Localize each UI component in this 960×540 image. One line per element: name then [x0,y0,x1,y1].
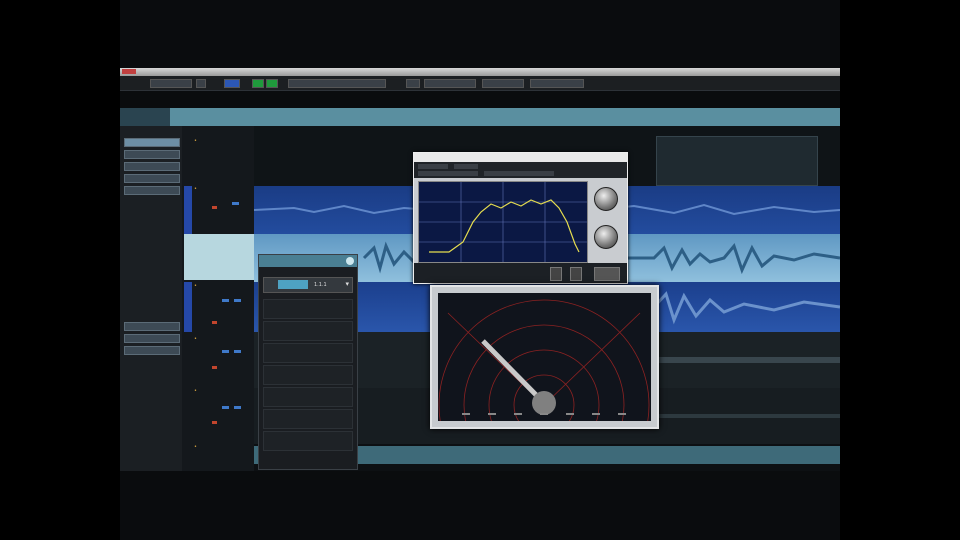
timeline-ruler[interactable] [120,108,840,126]
inspector-button[interactable] [124,186,180,195]
scope-plugin-window [430,285,659,511]
dropdown-arrow-icon[interactable]: ▾ [345,280,349,288]
inspector-button[interactable] [124,322,180,331]
eq-plugin-window [413,152,628,284]
track-color-strip [184,282,192,332]
plugin-footer [414,263,627,283]
daw-screen: • • • • • • 1.1.1 ▾ [120,0,840,540]
inspector-button[interactable] [124,174,180,183]
meter-icon [550,267,562,281]
plugin-toolbar-button[interactable] [484,171,554,176]
transport-toolbar [120,76,840,91]
close-icon[interactable] [346,257,354,265]
audio-clip[interactable] [656,136,818,186]
preset-slot[interactable] [263,365,353,385]
toolbar-button[interactable] [150,79,192,88]
preset-selector-header [259,255,357,267]
meter-icon [594,267,620,281]
track-header-column: • • • • • • [182,126,255,471]
track-number: • [194,138,197,144]
solo-indicator[interactable] [222,299,229,302]
window-controls[interactable] [122,69,136,74]
preset-slot[interactable] [263,431,353,451]
preset-slot[interactable] [263,299,353,319]
inspector-button[interactable] [124,150,180,159]
preset-slot[interactable] [263,387,353,407]
preset-slot[interactable] [263,321,353,341]
inspector-button[interactable] [124,334,180,343]
window-title-bar [120,68,840,76]
mute-indicator[interactable] [212,421,217,424]
eq-frequency-graph[interactable] [418,181,588,263]
track-number: • [194,283,197,289]
plugin-toolbar-button[interactable] [418,164,448,169]
eq-curve [419,182,587,262]
track-number: • [194,444,197,450]
inspector-button[interactable] [124,346,180,355]
toolbar-button[interactable] [288,79,386,88]
preset-slot[interactable] [263,409,353,429]
plugin-toolbar [414,162,627,178]
knob-icon[interactable] [594,187,618,211]
toolbar-button[interactable] [196,79,206,88]
plugin-toolbar-button[interactable] [418,171,478,176]
plugin-toolbar-button[interactable] [454,164,478,169]
solo-indicator[interactable] [234,406,241,409]
solo-indicator[interactable] [234,299,241,302]
scope-graph [438,299,650,511]
preset-selector-panel: 1.1.1 ▾ [258,254,358,470]
mute-indicator[interactable] [212,321,217,324]
knob-icon[interactable] [594,225,618,249]
preset-slot[interactable] [263,343,353,363]
toolbar-button[interactable] [530,79,584,88]
selected-track-header[interactable] [184,234,254,280]
inspector-panel [120,126,183,471]
ruler-left-block [120,108,170,126]
track-color-strip [184,186,192,234]
record-button[interactable] [266,79,278,88]
solo-indicator[interactable] [232,202,239,205]
solo-indicator[interactable] [234,350,241,353]
toolbar-button[interactable] [406,79,420,88]
plugin-title-bar[interactable] [414,153,627,162]
track-number: • [194,186,197,192]
play-button[interactable] [252,79,264,88]
toolbar-button[interactable] [424,79,476,88]
mute-indicator[interactable] [212,366,217,369]
track-number: • [194,336,197,342]
solo-indicator[interactable] [222,350,229,353]
toolbar-button[interactable] [224,79,240,88]
preset-value: 1.1.1 [314,282,327,288]
solo-indicator[interactable] [222,406,229,409]
preset-dropdown[interactable]: 1.1.1 ▾ [263,277,353,293]
track-number: • [194,388,197,394]
mute-indicator[interactable] [212,206,217,209]
preset-chip[interactable] [278,280,308,289]
scope-display[interactable] [438,293,651,511]
inspector-button[interactable] [124,138,180,147]
meter-icon [570,267,582,281]
toolbar-button[interactable] [482,79,524,88]
inspector-button[interactable] [124,162,180,171]
